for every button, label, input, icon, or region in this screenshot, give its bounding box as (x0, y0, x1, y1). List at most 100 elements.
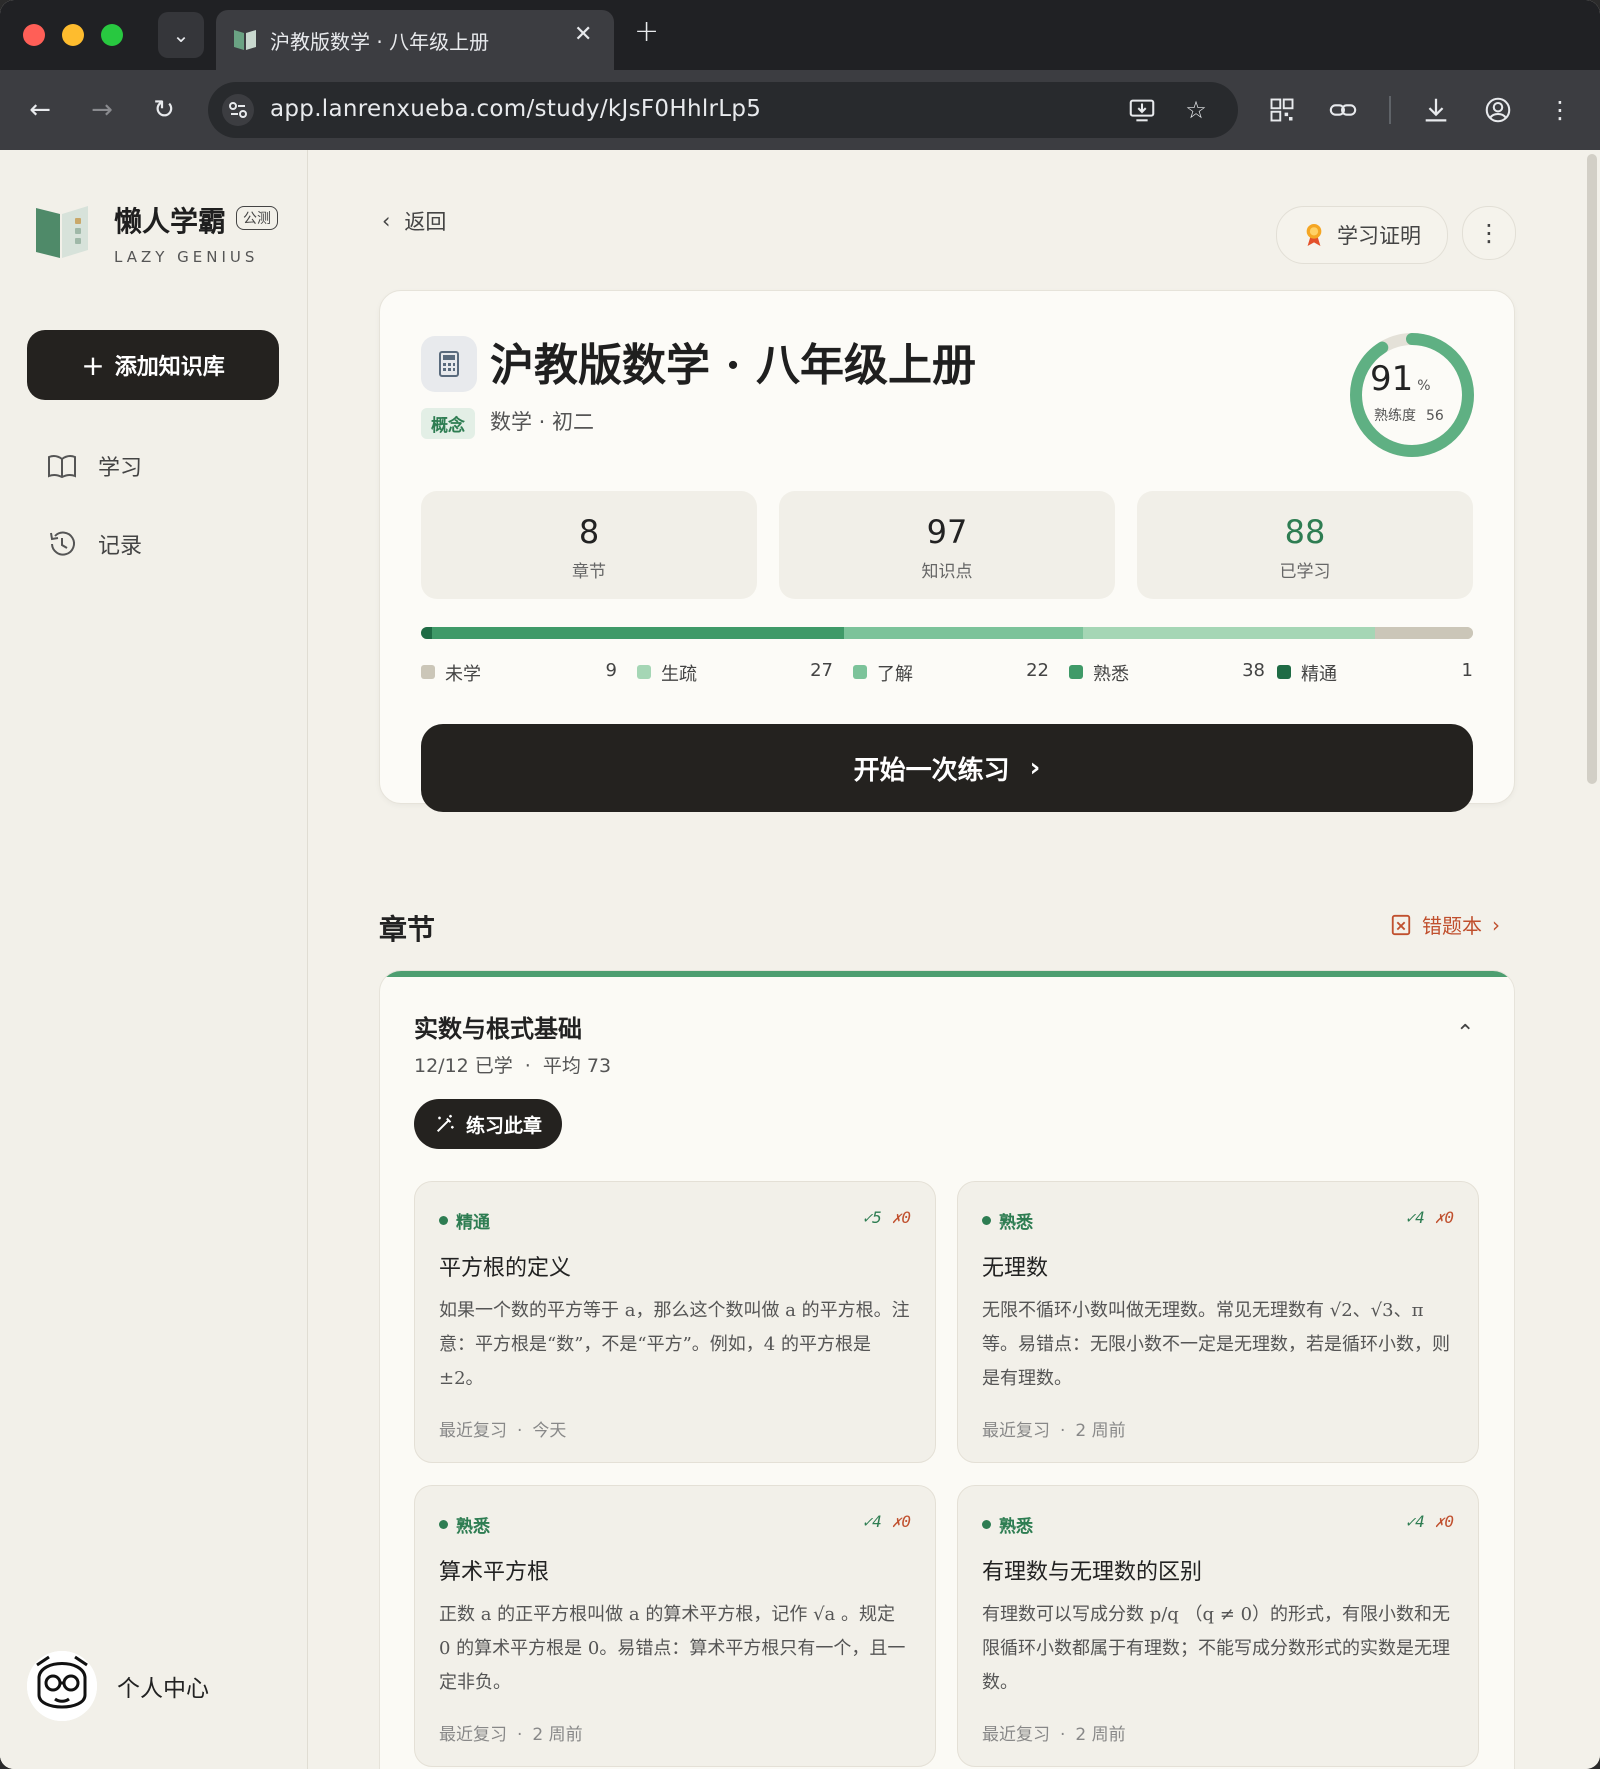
sidebar: 懒人学霸 公测 LAZY GENIUS + 添加知识库 学习 记录 个人中心 (0, 150, 308, 1769)
calculator-icon (421, 336, 477, 392)
profile-center[interactable]: 个人中心 (27, 1650, 287, 1722)
back-label: 返回 (404, 210, 447, 234)
start-practice-label: 开始一次练习 (853, 755, 1010, 786)
distribution-segment (1082, 627, 1376, 639)
distribution-segment (1375, 627, 1473, 639)
last-review: 最近复习 · 2 周前 (982, 1725, 1126, 1745)
add-knowledge-base-button[interactable]: + 添加知识库 (27, 330, 279, 400)
mastery-caption: 熟练度 56 (1374, 408, 1444, 424)
wrong-book-label: 错题本 (1422, 914, 1482, 938)
more-vertical-icon: ⋮ (1477, 219, 1501, 247)
book-favicon-icon (234, 30, 256, 50)
mastery-legend: 未学 9 生疏 27 了解 22 熟悉 38 精通 1 (421, 659, 1473, 685)
legend-item-familiar: 熟悉 38 (1069, 659, 1265, 685)
tab-close-icon[interactable]: ✕ (574, 22, 592, 47)
legend-item-understood: 了解 22 (853, 659, 1049, 685)
stat-value: 8 (578, 513, 600, 551)
book-icon (48, 454, 76, 479)
book-logo-icon (36, 206, 88, 258)
bookmark-star-icon[interactable]: ☆ (1180, 94, 1212, 126)
history-icon (50, 531, 75, 556)
knowledge-point-title: 算术平方根 (439, 1560, 550, 1585)
chapter-title: 实数与根式基础 (414, 1014, 582, 1043)
status-badge: 熟悉 (439, 1512, 490, 1537)
knowledge-point-card[interactable]: 精通 ✓5 ✗0 平方根的定义 如果一个数的平方等于 a，那么这个数叫做 a 的平… (414, 1181, 936, 1463)
legend-item-rusty: 生疏 27 (637, 659, 833, 685)
stat-learned: 88 已学习 (1137, 491, 1473, 599)
distribution-segment (843, 627, 1083, 639)
knowledge-point-description: 有理数可以写成分数 p/q （q ≠ 0）的形式，有限小数和无限循环小数都属于有… (982, 1604, 1451, 1693)
brand-subtitle: LAZY GENIUS (114, 248, 259, 266)
add-knowledge-base-label: 添加知识库 (114, 355, 225, 380)
minimize-window-button[interactable] (62, 24, 84, 46)
back-arrow-icon[interactable]: ← (20, 90, 60, 130)
knowledge-point-card[interactable]: 熟悉 ✓4 ✗0 有理数与无理数的区别 有理数可以写成分数 p/q （q ≠ 0）… (957, 1485, 1479, 1767)
sidebar-item-records[interactable]: 记录 (46, 524, 142, 564)
sidebar-item-study[interactable]: 学习 (46, 446, 142, 486)
score-counts: ✓4 ✗0 (862, 1512, 911, 1531)
mastery-distribution-bar (421, 627, 1473, 639)
last-review: 最近复习 · 2 周前 (982, 1421, 1126, 1441)
chevron-up-icon[interactable]: ⌃ (1456, 1021, 1474, 1046)
tab-search-button[interactable]: ⌄ (158, 12, 204, 58)
profile-label: 个人中心 (117, 1676, 209, 1702)
app-root: 懒人学霸 公测 LAZY GENIUS + 添加知识库 学习 记录 个人中心 ‹… (0, 150, 1600, 1769)
status-badge: 熟悉 (982, 1512, 1033, 1537)
link-icon[interactable] (1325, 92, 1361, 128)
legend-item-mastered: 精通 1 (1277, 659, 1473, 685)
stat-label: 已学习 (1279, 562, 1331, 582)
magic-wand-icon (436, 1114, 454, 1133)
practice-chapter-button[interactable]: 练习此章 (414, 1099, 563, 1149)
chevron-right-icon: › (1029, 753, 1041, 783)
stat-knowledge-points: 97 知识点 (779, 491, 1115, 599)
back-button[interactable]: ‹ 返回 (382, 206, 446, 236)
knowledge-point-title: 平方根的定义 (439, 1256, 572, 1281)
sidebar-item-label: 记录 (98, 534, 143, 559)
toolbar-divider (1389, 96, 1391, 124)
stat-label: 章节 (572, 562, 606, 582)
chapter-accent-bar (380, 971, 1514, 977)
close-window-button[interactable] (23, 24, 45, 46)
browser-menu-icon[interactable]: ⋮ (1542, 92, 1578, 128)
distribution-segment (431, 627, 844, 639)
score-counts: ✓5 ✗0 (862, 1208, 911, 1227)
more-options-button[interactable]: ⋮ (1462, 206, 1516, 260)
status-badge: 熟悉 (982, 1208, 1033, 1233)
install-app-icon[interactable] (1126, 94, 1158, 126)
start-practice-button[interactable]: 开始一次练习 › (421, 724, 1473, 812)
course-title: 沪教版数学 · 八年级上册 (490, 340, 976, 391)
knowledge-point-card[interactable]: 熟悉 ✓4 ✗0 无理数 无限不循环小数叫做无理数。常见无理数有 √2、√3、π … (957, 1181, 1479, 1463)
stat-value: 88 (1284, 513, 1326, 551)
knowledge-point-description: 正数 a 的正平方根叫做 a 的算术平方根，记作 √a 。规定 0 的算术平方根… (439, 1604, 906, 1693)
qr-code-icon[interactable] (1264, 92, 1300, 128)
score-counts: ✓4 ✗0 (1405, 1512, 1454, 1531)
practice-chapter-label: 练习此章 (466, 1114, 543, 1137)
download-icon[interactable] (1418, 92, 1454, 128)
wrong-questions-link[interactable]: 错题本 › (1390, 910, 1500, 939)
maximize-window-button[interactable] (101, 24, 123, 46)
knowledge-point-description: 如果一个数的平方等于 a，那么这个数叫做 a 的平方根。注意：平方根是“数”，不… (439, 1300, 910, 1389)
new-tab-button[interactable]: + (634, 14, 659, 49)
account-icon[interactable] (1480, 92, 1516, 128)
chevron-left-icon: ‹ (382, 209, 391, 233)
percent-sign: % (1417, 378, 1431, 394)
tab-bar: ⌄ 沪教版数学 · 八年级上册 ✕ + (0, 0, 1600, 70)
browser-toolbar: ← → ↻ app.lanrenxueba.com/study/kJsF0Hhl… (0, 70, 1600, 151)
stat-label: 知识点 (921, 562, 973, 582)
site-settings-icon[interactable] (222, 94, 254, 126)
last-review: 最近复习 · 今天 (439, 1421, 567, 1441)
certificate-label: 学习证明 (1337, 224, 1421, 248)
reload-icon[interactable]: ↻ (144, 90, 184, 130)
address-bar[interactable]: app.lanrenxueba.com/study/kJsF0HhlrLp5 ☆ (208, 82, 1238, 138)
browser-window: ⌄ 沪教版数学 · 八年级上册 ✕ + ← → ↻ app.lanrenxueb… (0, 0, 1600, 1769)
status-badge: 精通 (439, 1208, 490, 1233)
knowledge-point-description: 无限不循环小数叫做无理数。常见无理数有 √2、√3、π 等。易错点：无限小数不一… (982, 1300, 1450, 1389)
medal-icon (1306, 224, 1322, 246)
forward-arrow-icon[interactable]: → (82, 90, 122, 130)
page-scrollbar[interactable] (1587, 154, 1597, 784)
knowledge-point-card[interactable]: 熟悉 ✓4 ✗0 算术平方根 正数 a 的正平方根叫做 a 的算术平方根，记作 √… (414, 1485, 936, 1767)
wrong-book-icon (1391, 914, 1411, 935)
active-tab[interactable]: 沪教版数学 · 八年级上册 ✕ (216, 10, 614, 70)
chapters-section-title: 章节 (379, 913, 436, 946)
certificate-button[interactable]: 学习证明 (1276, 206, 1448, 264)
